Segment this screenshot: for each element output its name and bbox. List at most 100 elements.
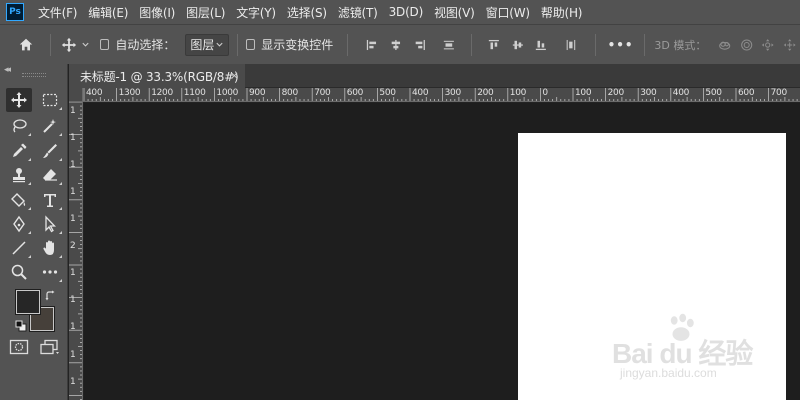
collapse-panel-icon[interactable]: ◂◂ — [4, 65, 11, 75]
eraser-tool[interactable] — [37, 163, 63, 187]
tools-panel: ◂◂ — [0, 64, 68, 400]
menu-image[interactable]: 图像(I) — [139, 4, 175, 21]
show-transform-checkbox[interactable] — [245, 39, 256, 50]
menu-edit[interactable]: 编辑(E) — [88, 4, 128, 21]
photoshop-logo-icon: Ps — [6, 3, 24, 21]
move-tool-preset-icon[interactable] — [61, 36, 77, 54]
screen-mode-icon[interactable] — [39, 339, 61, 355]
horizontal-ruler-label: 200 — [477, 88, 494, 98]
tool-flyout-indicator — [59, 133, 62, 136]
foreground-color-swatch[interactable] — [15, 289, 41, 315]
path-selection-tool[interactable] — [37, 212, 63, 236]
home-icon[interactable] — [18, 36, 34, 54]
brush-tool[interactable] — [37, 139, 63, 163]
roll-3d-camera-icon[interactable] — [740, 37, 753, 53]
align-vertical-centers-icon[interactable] — [512, 38, 524, 52]
paint-bucket-icon — [11, 193, 26, 207]
horizontal-ruler-label: 800 — [281, 88, 299, 98]
chevron-down-icon[interactable] — [81, 40, 90, 49]
separator — [643, 33, 645, 56]
eraser-icon — [43, 169, 57, 181]
lasso-icon — [13, 119, 27, 133]
vertical-ruler-label: 1 — [70, 187, 76, 198]
line-tool[interactable] — [6, 236, 32, 260]
horizontal-ruler-label: 400 — [672, 88, 690, 98]
more-dots-icon — [42, 270, 58, 274]
align-right-edges-icon[interactable] — [414, 38, 426, 52]
tool-flyout-indicator — [59, 182, 62, 185]
align-horizontal-centers-icon[interactable] — [390, 38, 402, 52]
layer-select-value: 图层 — [190, 38, 215, 52]
eyedropper-tool[interactable] — [6, 139, 32, 163]
vertical-ruler-label: 1 — [70, 268, 76, 279]
stamp-tool[interactable] — [6, 163, 32, 187]
horizontal-ruler-label: 1000 — [216, 88, 239, 98]
swap-colors-icon[interactable] — [45, 290, 57, 302]
chevron-down-icon — [216, 42, 223, 47]
horizontal-ruler-label: 400 — [86, 88, 103, 98]
menu-select[interactable]: 选择(S) — [287, 4, 327, 21]
eyedropper-icon — [13, 143, 27, 157]
document-tab-title: 未标题-1 @ 33.3%(RGB/8#) — [80, 69, 239, 84]
menu-view[interactable]: 视图(V) — [434, 4, 475, 21]
pen-tool[interactable] — [6, 212, 32, 236]
menu-filter[interactable]: 滤镜(T) — [338, 4, 378, 21]
tool-flyout-indicator — [28, 182, 31, 185]
more-options-button[interactable]: ••• — [608, 38, 634, 52]
default-colors-icon[interactable] — [15, 320, 27, 332]
auto-select-label: 自动选择： — [115, 38, 176, 52]
separator — [236, 33, 238, 56]
auto-select-checkbox[interactable] — [99, 39, 110, 50]
horizontal-ruler-label: 1200 — [151, 88, 173, 98]
distribute-vertical-icon[interactable] — [443, 38, 455, 52]
panel-grip[interactable] — [22, 73, 46, 77]
tool-flyout-indicator — [59, 231, 62, 234]
menu-window[interactable]: 窗口(W) — [486, 4, 530, 21]
menu-3d[interactable]: 3D(D) — [389, 5, 424, 19]
magic-wand-tool[interactable] — [37, 114, 63, 138]
lasso-tool[interactable] — [6, 114, 32, 138]
document-tab[interactable]: 未标题-1 @ 33.3%(RGB/8#) × — [69, 64, 245, 88]
marquee-tool[interactable] — [37, 88, 63, 112]
vertical-ruler-label: 1 — [70, 349, 76, 360]
horizontal-ruler-label: 500 — [705, 88, 722, 98]
show-transform-label: 显示变换控件 — [261, 38, 334, 52]
slide-3d-camera-icon[interactable] — [783, 37, 796, 53]
menu-help[interactable]: 帮助(H) — [541, 4, 583, 21]
menu-file[interactable]: 文件(F) — [38, 4, 77, 21]
hand-icon — [43, 240, 54, 255]
menu-layer[interactable]: 图层(L) — [186, 4, 225, 21]
separator — [594, 33, 596, 56]
layer-select-dropdown[interactable]: 图层 — [185, 33, 229, 56]
paint-bucket-tool[interactable] — [6, 188, 32, 212]
tool-flyout-indicator — [28, 255, 31, 258]
vertical-ruler[interactable]: 1 1 1 1 1 2 1 1 1 1 1 — [69, 102, 83, 400]
menu-type[interactable]: 文字(Y) — [236, 4, 276, 21]
pan-3d-camera-icon[interactable] — [761, 37, 774, 53]
edit-toolbar-button[interactable] — [37, 260, 63, 284]
vertical-ruler-label: 1 — [70, 133, 76, 144]
quick-mask-icon[interactable] — [9, 339, 29, 355]
align-top-edges-icon[interactable] — [488, 38, 500, 52]
3d-mode-label: 3D 模式： — [654, 38, 707, 52]
arrow-pointer-icon — [45, 215, 57, 233]
separator — [50, 33, 51, 56]
zoom-tool[interactable] — [6, 260, 32, 284]
hand-tool[interactable] — [37, 236, 63, 260]
ruler-origin[interactable] — [69, 88, 83, 102]
orbit-3d-camera-icon[interactable] — [718, 37, 731, 53]
menu-bar: Ps 文件(F) 编辑(E) 图像(I) 图层(L) 文字(Y) 选择(S) 滤… — [0, 0, 800, 24]
close-icon[interactable]: × — [230, 69, 239, 82]
vertical-ruler-label: 1 — [70, 160, 76, 171]
align-left-edges-icon[interactable] — [366, 38, 378, 52]
document-tab-bar: 未标题-1 @ 33.3%(RGB/8#) × — [69, 64, 800, 88]
distribute-horizontal-icon[interactable] — [565, 38, 577, 52]
horizontal-ruler-label: 0 — [542, 88, 548, 98]
vertical-ruler-label: 1 — [70, 376, 76, 387]
type-tool[interactable] — [37, 188, 63, 212]
clone-stamp-icon — [13, 168, 25, 183]
horizontal-ruler[interactable]: 400 1300 1200 1100 1000 900 800 700 600 500 400 300… — [83, 88, 800, 102]
move-tool[interactable] — [6, 88, 32, 112]
align-bottom-edges-icon[interactable] — [535, 38, 547, 52]
horizontal-ruler-label: 100 — [575, 88, 592, 98]
